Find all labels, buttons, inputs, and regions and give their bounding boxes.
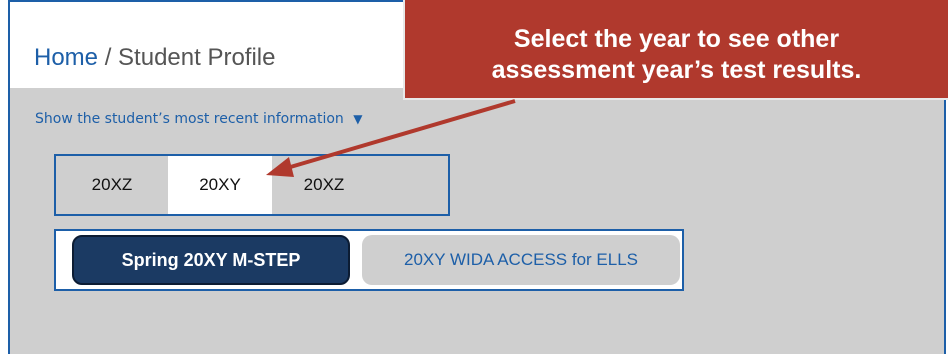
year-tab-bar: 20XZ 20XY 20XZ (54, 154, 450, 216)
callout-line-2: assessment year’s test results. (491, 56, 862, 84)
breadcrumb: Home / Student Profile (34, 44, 275, 72)
assessment-tab-bar: Spring 20XY M-STEP 20XY WIDA ACCESS for … (54, 229, 684, 291)
year-tab-20xz-second[interactable]: 20XZ (272, 156, 376, 214)
breadcrumb-home-link[interactable]: Home (34, 44, 98, 71)
breadcrumb-current: Student Profile (118, 44, 276, 71)
assessment-tab-wida[interactable]: 20XY WIDA ACCESS for ELLS (362, 235, 680, 285)
year-tab-20xy-selected[interactable]: 20XY (168, 156, 272, 214)
recent-info-toggle[interactable]: Show the student’s most recent informati… (35, 111, 362, 127)
recent-info-label: Show the student’s most recent informati… (35, 111, 344, 127)
breadcrumb-separator: / (104, 44, 112, 71)
callout-line-1: Select the year to see other (513, 25, 840, 53)
year-tab-20xz-first[interactable]: 20XZ (56, 156, 168, 214)
assessment-tab-mstep[interactable]: Spring 20XY M-STEP (72, 235, 350, 285)
instruction-callout: Select the year to see other assessment … (403, 0, 948, 100)
caret-down-icon: ▼ (353, 112, 363, 126)
